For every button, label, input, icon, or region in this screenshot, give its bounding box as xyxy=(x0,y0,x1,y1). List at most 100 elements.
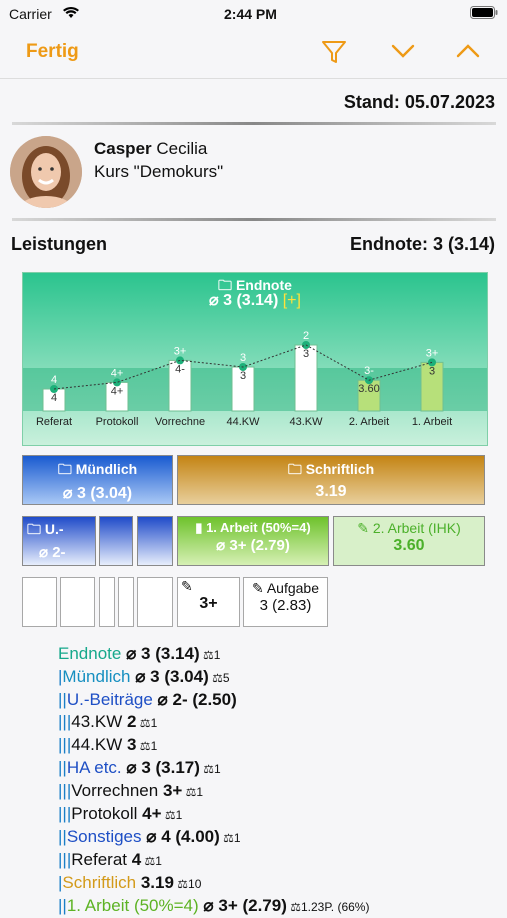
tree-item-name: 1. Arbeit (50%=4) xyxy=(66,896,204,915)
chart-point-label: 2 xyxy=(303,330,309,342)
weight-icon: ⚖ xyxy=(286,900,301,914)
tile-arbeit1[interactable]: ▮ 1. Arbeit (50%=4) ⌀ 3+ (2.79) xyxy=(177,516,329,566)
tree-item-grade: 3.19 xyxy=(140,873,174,892)
tile-ub[interactable]: 🗀 U.- ⌀ 2- xyxy=(22,516,96,566)
chevron-up-icon[interactable] xyxy=(456,42,480,65)
tree-item-name: Referat xyxy=(71,850,132,869)
tree-item-grade: ⌀ 3 (3.14) xyxy=(126,644,200,663)
tile-value: 3+ xyxy=(199,595,218,612)
chart-point-label: 3+ xyxy=(426,347,439,359)
folder-icon: 🗀 xyxy=(287,461,302,477)
tree-row[interactable]: ||| 43.KW 2 ⚖1 xyxy=(58,711,369,734)
tile-arbeit2[interactable]: ✎ 2. Arbeit (IHK) 3.60 xyxy=(333,516,485,566)
tree-item-name: Endnote xyxy=(58,644,127,663)
tile-blank[interactable] xyxy=(137,516,173,566)
tile-blank[interactable] xyxy=(118,577,134,627)
tree-row[interactable]: ||| Protokoll 4+ ⚖1 xyxy=(58,803,369,826)
tree-item-grade: ⌀ 2- (2.50) xyxy=(157,690,237,709)
tile-title: Aufgabe xyxy=(266,580,320,596)
tree-indent: ||| xyxy=(58,735,72,754)
weight-icon: ⚖ xyxy=(173,877,189,891)
tree-item-grade: ⌀ 3 (3.17) xyxy=(126,758,200,777)
folder-icon: 🗀 xyxy=(27,521,41,537)
tile-title: 1. Arbeit (50%=4) xyxy=(206,520,311,535)
tree-row[interactable]: | Schriftlich 3.19 ⚖10 xyxy=(58,872,369,895)
tree-row[interactable]: Endnote ⌀ 3 (3.14) ⚖1 xyxy=(58,643,369,666)
tree-indent: || xyxy=(58,690,67,709)
course-label: Kurs "Demokurs" xyxy=(94,162,224,181)
chart-icon: ▮ xyxy=(195,520,203,535)
tile-grade[interactable]: ✎ 3+ xyxy=(177,577,240,627)
navigation-bar: Fertig xyxy=(0,30,507,79)
tree-item-name: Vorrechnen xyxy=(71,781,163,800)
first-name: Cecilia xyxy=(156,139,208,158)
done-button[interactable]: Fertig xyxy=(26,41,79,63)
chart-point-label: 4+ xyxy=(111,367,124,379)
tile-muendlich[interactable]: 🗀 Mündlich ⌀ 3 (3.04) xyxy=(22,455,173,505)
avatar xyxy=(10,136,82,208)
chart-x-label: Vorrechne xyxy=(155,416,205,428)
time-label: 2:44 PM xyxy=(224,6,277,22)
tree-item-count: 1.23P. (66%) xyxy=(300,900,370,914)
tree-row[interactable]: || U.-Beiträge ⌀ 2- (2.50) xyxy=(58,689,369,711)
tile-title: 2. Arbeit (IHK) xyxy=(372,520,461,536)
tree-row[interactable]: | Mündlich ⌀ 3 (3.04) ⚖5 xyxy=(58,666,369,689)
chart-point-label: 4 xyxy=(51,374,57,386)
wifi-icon xyxy=(62,6,80,19)
last-name: Casper xyxy=(94,139,152,158)
tree-item-grade: 3+ xyxy=(162,781,183,800)
tree-indent: ||| xyxy=(58,804,72,823)
tile-blank[interactable] xyxy=(22,577,57,627)
tree-item-name: U.-Beiträge xyxy=(66,690,158,709)
tree-row[interactable]: || 1. Arbeit (50%=4) ⌀ 3+ (2.79) ⚖1.23P.… xyxy=(58,895,369,918)
tile-blank[interactable] xyxy=(60,577,95,627)
tile-value: 3.60 xyxy=(393,537,425,554)
tile-aufgabe[interactable]: ✎ Aufgabe 3 (2.83) xyxy=(243,577,328,627)
tree-row[interactable]: || HA etc. ⌀ 3 (3.17) ⚖1 xyxy=(58,757,369,780)
tile-schriftlich[interactable]: 🗀 Schriftlich 3.19 xyxy=(177,455,485,505)
tree-row[interactable]: ||| Referat 4 ⚖1 xyxy=(58,849,369,872)
tile-title: Schriftlich xyxy=(305,461,375,477)
tree-item-grade: 4+ xyxy=(142,804,162,823)
tree-item-name: 43.KW xyxy=(71,712,127,731)
chart-point-sub: 4- xyxy=(175,363,185,375)
section-title: Leistungen xyxy=(11,234,108,254)
grade-chart[interactable]: 🗀 Endnote ⌀ 3 (3.14) [+] 4 4 Referat 4+ 4+ Pr… xyxy=(22,272,488,446)
tree-row[interactable]: || Sonstiges ⌀ 4 (4.00) ⚖1 xyxy=(58,826,369,849)
tree-item-name: HA etc. xyxy=(66,758,127,777)
chart-point-sub: 4 xyxy=(51,392,57,404)
tree-item-count: 10 xyxy=(188,877,202,891)
chart-point-label: 3 xyxy=(240,352,246,364)
tree-row[interactable]: ||| Vorrechnen 3+ ⚖1 xyxy=(58,780,369,803)
chart-x-label: 43.KW xyxy=(289,416,323,428)
chevron-down-icon[interactable] xyxy=(391,42,415,65)
carrier-label: Carrier xyxy=(9,6,52,22)
tile-blank[interactable] xyxy=(99,577,115,627)
tile-value: ⌀ 3 (3.04) xyxy=(62,485,133,502)
tree-item-name: Mündlich xyxy=(62,667,136,686)
chart-point-sub: 3 xyxy=(240,370,246,382)
tree-item-grade: ⌀ 3 (3.04) xyxy=(135,667,209,686)
tree-row[interactable]: ||| 44.KW 3 ⚖1 xyxy=(58,734,369,757)
weight-icon: ⚖ xyxy=(199,762,215,776)
tile-blank[interactable] xyxy=(137,577,173,627)
chart-x-label: 44.KW xyxy=(226,416,260,428)
tree-indent: ||| xyxy=(58,781,72,800)
student-name: Casper Cecilia xyxy=(94,139,207,159)
chart-point-sub: 4+ xyxy=(111,385,124,397)
filter-icon[interactable] xyxy=(320,38,348,71)
status-bar: Carrier 2:44 PM xyxy=(0,0,507,30)
person-edit-icon: ✎ xyxy=(181,578,193,594)
tile-title: U.- xyxy=(44,521,64,537)
folder-icon: 🗀 xyxy=(57,461,72,477)
final-grade: Endnote: 3 (3.14) xyxy=(349,234,495,254)
battery-icon xyxy=(470,6,498,19)
tile-blank[interactable] xyxy=(99,516,133,566)
person-edit-icon: ✎ xyxy=(251,580,264,596)
tree-item-count: 1 xyxy=(155,854,162,868)
chart-point-label: 3+ xyxy=(174,345,187,357)
chart-point-sub: 3 xyxy=(303,348,309,360)
weight-icon: ⚖ xyxy=(136,739,151,753)
tile-title: Mündlich xyxy=(75,461,138,477)
tree-item-count: 1 xyxy=(214,762,221,776)
